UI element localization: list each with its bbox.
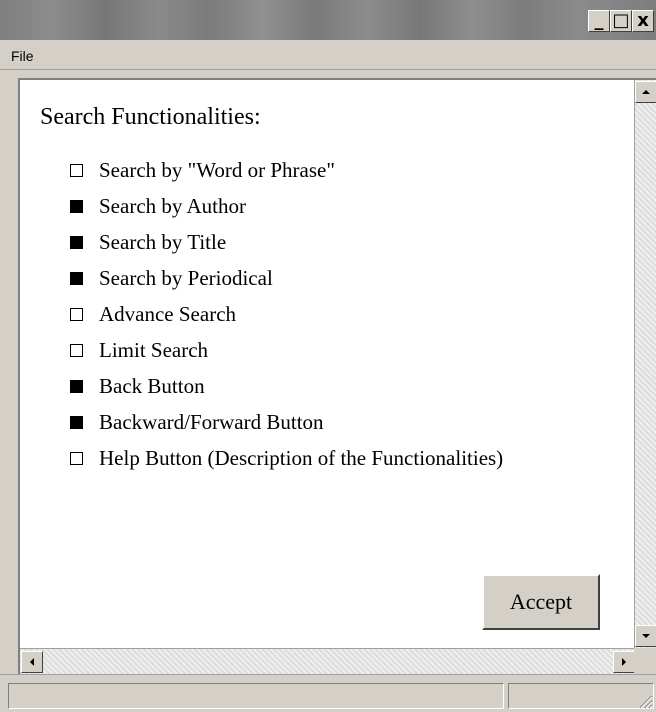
feature-list-item: Limit Search bbox=[70, 332, 503, 368]
minimize-button[interactable]: _ bbox=[588, 10, 610, 32]
scrollbar-corner bbox=[634, 648, 656, 674]
scroll-up-arrow-icon bbox=[642, 90, 650, 94]
scroll-right-arrow-icon bbox=[622, 658, 626, 666]
close-icon: x bbox=[637, 10, 649, 31]
status-bar bbox=[0, 674, 656, 712]
status-field-secondary bbox=[508, 683, 654, 709]
feature-list: Search by "Word or Phrase" Search by Auth… bbox=[70, 152, 503, 476]
feature-label: Back Button bbox=[99, 373, 205, 398]
close-button[interactable]: x bbox=[632, 10, 654, 32]
empty-square-bullet-icon bbox=[70, 163, 83, 177]
feature-list-item: Backward/Forward Button bbox=[70, 404, 503, 440]
feature-list-item: Search by Title bbox=[70, 224, 503, 260]
scroll-right-button[interactable] bbox=[613, 651, 635, 673]
menu-file[interactable]: File bbox=[11, 48, 34, 64]
maximize-icon: □ bbox=[612, 10, 630, 31]
filled-square-bullet-icon bbox=[70, 199, 83, 213]
feature-list-item: Search by Periodical bbox=[70, 260, 503, 296]
feature-list-item: Search by "Word or Phrase" bbox=[70, 152, 503, 188]
feature-list-item: Help Button (Description of the Function… bbox=[70, 440, 503, 476]
accept-button[interactable]: Accept bbox=[482, 574, 600, 630]
scroll-up-button[interactable] bbox=[635, 81, 656, 103]
feature-list-item: Search by Author bbox=[70, 188, 503, 224]
feature-label: Help Button (Description of the Function… bbox=[99, 445, 504, 470]
feature-list-item: Back Button bbox=[70, 368, 503, 404]
functionalities-panel: Search Functionalities: Search by "Word … bbox=[20, 80, 636, 648]
empty-square-bullet-icon bbox=[70, 307, 83, 321]
feature-label: Search by Author bbox=[99, 193, 246, 218]
feature-label: Backward/Forward Button bbox=[99, 409, 324, 434]
scroll-left-arrow-icon bbox=[30, 658, 34, 666]
feature-list-item: Advance Search bbox=[70, 296, 503, 332]
menu-bar: File bbox=[0, 40, 656, 70]
empty-square-bullet-icon bbox=[70, 451, 83, 465]
panel-heading: Search Functionalities: bbox=[40, 104, 261, 130]
feature-label: Advance Search bbox=[99, 301, 237, 326]
filled-square-bullet-icon bbox=[70, 235, 83, 249]
filled-square-bullet-icon bbox=[70, 271, 83, 285]
feature-label: Search by Periodical bbox=[99, 265, 273, 290]
filled-square-bullet-icon bbox=[70, 415, 83, 429]
resize-grip-icon[interactable] bbox=[637, 693, 653, 709]
status-field-main bbox=[8, 683, 504, 709]
feature-label: Search by "Word or Phrase" bbox=[99, 157, 335, 182]
filled-square-bullet-icon bbox=[70, 379, 83, 393]
horizontal-scrollbar[interactable] bbox=[20, 648, 636, 674]
minimize-icon: _ bbox=[594, 10, 604, 31]
scroll-down-arrow-icon bbox=[642, 634, 650, 638]
title-bar: _ □ x bbox=[0, 0, 656, 40]
feature-label: Search by Title bbox=[99, 229, 227, 254]
maximize-button[interactable]: □ bbox=[610, 10, 632, 32]
feature-label: Limit Search bbox=[99, 337, 209, 362]
scroll-down-button[interactable] bbox=[635, 625, 656, 647]
window-controls: _ □ x bbox=[588, 10, 654, 32]
empty-square-bullet-icon bbox=[70, 343, 83, 357]
scroll-left-button[interactable] bbox=[21, 651, 43, 673]
vertical-scrollbar[interactable] bbox=[634, 80, 656, 648]
content-frame: Search Functionalities: Search by "Word … bbox=[18, 78, 656, 674]
